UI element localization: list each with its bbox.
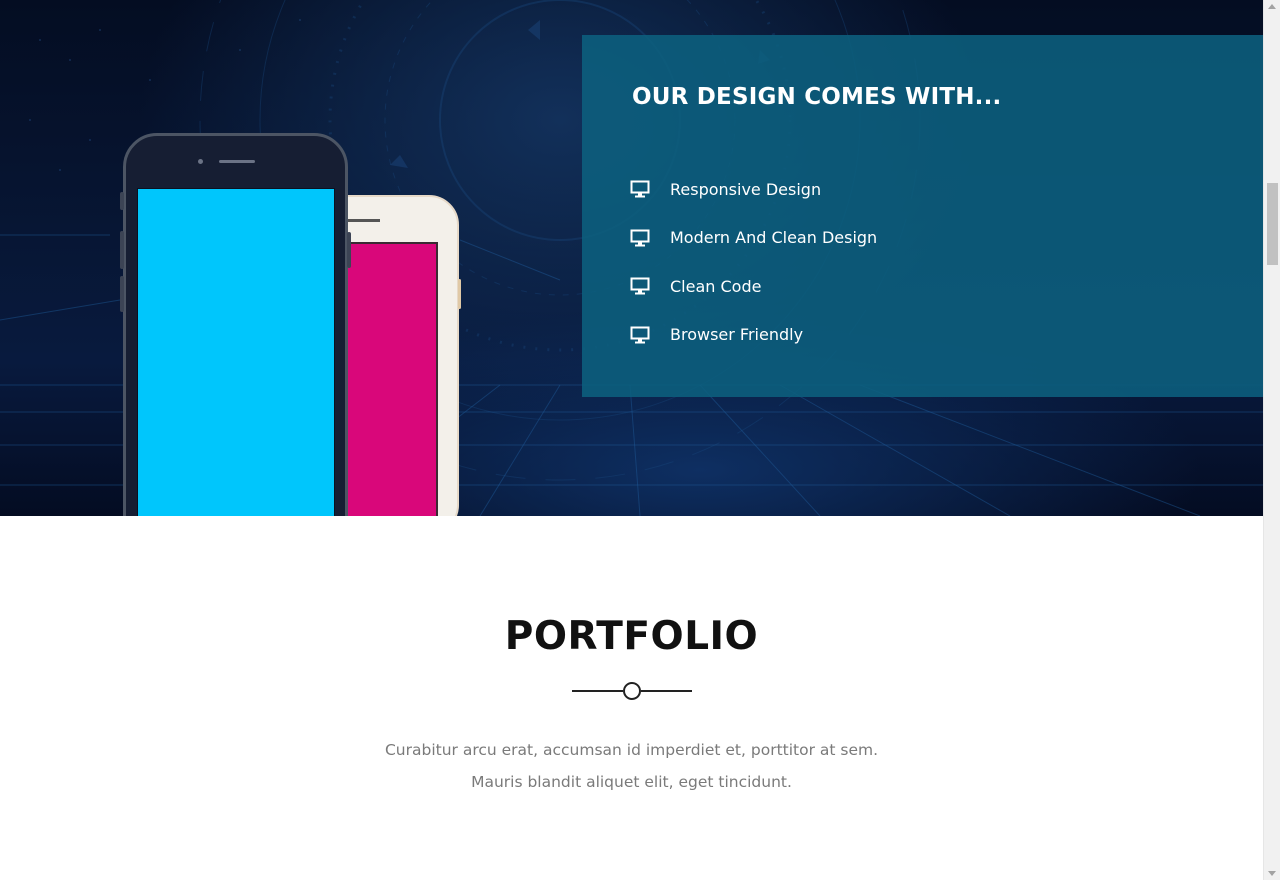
feature-label: Browser Friendly [670, 325, 804, 345]
phone-screen-blue [137, 188, 335, 516]
feature-label: Responsive Design [670, 179, 822, 199]
portfolio-title: PORTFOLIO [504, 614, 759, 659]
phone-camera [198, 159, 203, 164]
phone-side-button [120, 192, 124, 210]
features-list: Responsive Design Modern And Clean Desig… [630, 165, 877, 359]
feature-label: Modern And Clean Design [670, 228, 878, 248]
portfolio-description: Curabitur arcu erat, accumsan id imperdi… [384, 741, 879, 791]
feature-item: Browser Friendly [630, 311, 877, 360]
feature-item: Clean Code [630, 262, 877, 311]
feature-item: Responsive Design [630, 165, 877, 214]
scroll-down-arrow-icon[interactable] [1268, 871, 1276, 876]
phone-speaker [219, 160, 255, 163]
section-divider [572, 682, 692, 700]
phone-mockup-front [120, 133, 351, 516]
phone-side-button [120, 231, 124, 269]
phone-speaker [344, 219, 380, 222]
desktop-icon [630, 180, 650, 198]
phone-side-button [347, 232, 351, 268]
phone-screen-pink [334, 242, 438, 516]
scrollbar-thumb[interactable] [1267, 183, 1278, 265]
desktop-icon [630, 326, 650, 344]
hero-section: OUR DESIGN COMES WITH... Responsive Desi… [0, 0, 1263, 516]
desktop-icon [630, 277, 650, 295]
features-title: OUR DESIGN COMES WITH... [632, 84, 1002, 110]
feature-item: Modern And Clean Design [630, 214, 877, 263]
desktop-icon [630, 229, 650, 247]
feature-label: Clean Code [670, 276, 762, 296]
vertical-scrollbar[interactable] [1263, 0, 1280, 880]
features-panel: OUR DESIGN COMES WITH... Responsive Desi… [582, 35, 1263, 397]
phone-side-button [120, 276, 124, 312]
scroll-up-arrow-icon[interactable] [1268, 4, 1276, 9]
phone-side-button [458, 279, 461, 309]
